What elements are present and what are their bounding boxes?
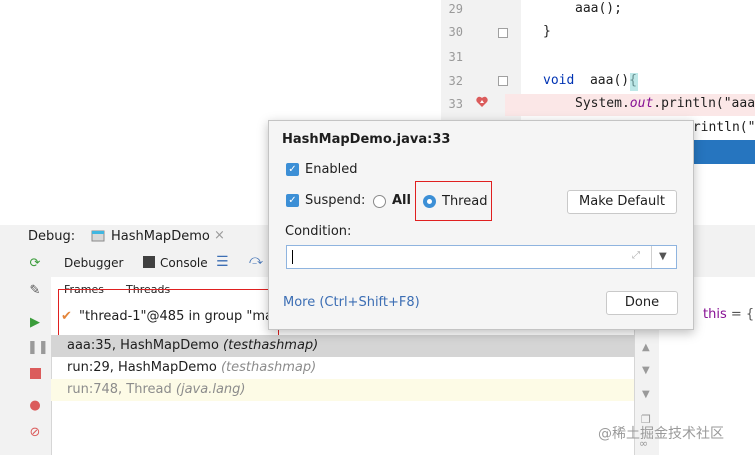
wrench-icon[interactable]: ✎ xyxy=(27,283,43,299)
tab-debugger[interactable]: Debugger xyxy=(64,256,123,270)
down-icon[interactable]: ▼ xyxy=(642,389,650,400)
code-text: aaa(){ xyxy=(574,73,637,88)
enabled-checkbox[interactable]: ✓ xyxy=(286,163,299,176)
fold-marker-icon[interactable] xyxy=(498,76,508,86)
menu-icon[interactable]: ☰ xyxy=(216,254,229,270)
more-link[interactable]: More (Ctrl+Shift+F8) xyxy=(283,295,420,310)
frame-method: aaa:35, HashMapDemo xyxy=(67,338,219,353)
breakpoint-icon[interactable] xyxy=(476,96,488,108)
frame-package: (testhashmap) xyxy=(223,338,319,353)
up-icon[interactable]: ▲ xyxy=(642,342,650,353)
frame-method: run:29, HashMapDemo xyxy=(67,360,217,375)
frame-row[interactable]: run:748, Thread (java.lang) xyxy=(51,379,634,401)
variable-entry[interactable]: this = {H xyxy=(703,307,755,322)
code-text: System. xyxy=(575,96,630,111)
step-over-icon[interactable]: ⤼ xyxy=(249,253,263,268)
stop-icon[interactable] xyxy=(30,368,41,379)
code-line: System.out.println("aaa xyxy=(575,96,755,111)
resume-icon[interactable]: ▶ xyxy=(27,315,43,331)
separator xyxy=(651,246,652,268)
fold-marker-icon[interactable] xyxy=(498,28,508,38)
suspend-label[interactable]: Suspend: xyxy=(305,193,365,208)
suspend-checkbox[interactable]: ✓ xyxy=(286,194,299,207)
popup-title: HashMapDemo.java:33 xyxy=(282,132,451,147)
line-number: 29 xyxy=(448,2,463,16)
console-icon xyxy=(143,256,155,268)
rerun-icon[interactable]: ⟳ xyxy=(27,256,43,272)
tab-console[interactable]: Console xyxy=(160,256,208,270)
selected-line xyxy=(692,140,755,164)
frame-method: run:748, Thread xyxy=(67,382,172,397)
suspend-all-label[interactable]: All xyxy=(392,193,411,208)
line-number: 30 xyxy=(448,25,463,39)
frame-package: (testhashmap) xyxy=(220,360,317,375)
view-breakpoints-icon[interactable]: ● xyxy=(27,398,43,414)
debug-label: Debug: xyxy=(28,229,76,244)
done-button[interactable]: Done xyxy=(606,291,678,315)
code-line: println("aaa xyxy=(685,120,755,135)
expand-icon[interactable]: ⤢ xyxy=(632,250,640,261)
breakpoint-popup: HashMapDemo.java:33 ✓ Enabled ✓ Suspend:… xyxy=(268,120,694,330)
brace-match-highlight xyxy=(630,73,638,91)
frame-package: (java.lang) xyxy=(175,382,246,397)
session-tab[interactable]: HashMapDemo xyxy=(111,229,210,244)
condition-label: Condition: xyxy=(285,224,352,239)
watermark: @稀土掘金技术社区 xyxy=(598,426,724,442)
text-cursor xyxy=(292,250,293,264)
down-icon[interactable]: ▼ xyxy=(642,365,650,376)
keyword: void xyxy=(543,73,575,88)
app-run-icon xyxy=(90,228,106,244)
line-number: 33 xyxy=(448,97,463,111)
code-line: void aaa(){ xyxy=(543,73,637,88)
code-line: } xyxy=(543,24,551,39)
code-line: aaa(); xyxy=(575,1,622,16)
debug-toolstrip: ⟳ ✎ ▶ ❚❚ ● ⊘ xyxy=(0,249,52,455)
enabled-label[interactable]: Enabled xyxy=(305,162,358,177)
condition-input[interactable]: ⤢ ▼ xyxy=(286,245,677,269)
frame-row[interactable]: aaa:35, HashMapDemo (testhashmap) xyxy=(51,335,634,357)
line-number: 32 xyxy=(448,74,463,88)
annotation-box xyxy=(415,181,492,221)
frame-row[interactable]: run:29, HashMapDemo (testhashmap) xyxy=(51,357,634,379)
line-number: 31 xyxy=(448,50,463,64)
close-icon[interactable]: × xyxy=(214,228,225,243)
pause-icon[interactable]: ❚❚ xyxy=(27,340,49,356)
suspend-all-radio[interactable] xyxy=(373,195,386,208)
code-text: .println("aaa xyxy=(653,96,755,111)
mute-breakpoints-icon[interactable]: ⊘ xyxy=(27,425,43,441)
field-name: out xyxy=(629,96,654,111)
chevron-down-icon[interactable]: ▼ xyxy=(659,251,667,262)
make-default-button[interactable]: Make Default xyxy=(567,190,677,214)
